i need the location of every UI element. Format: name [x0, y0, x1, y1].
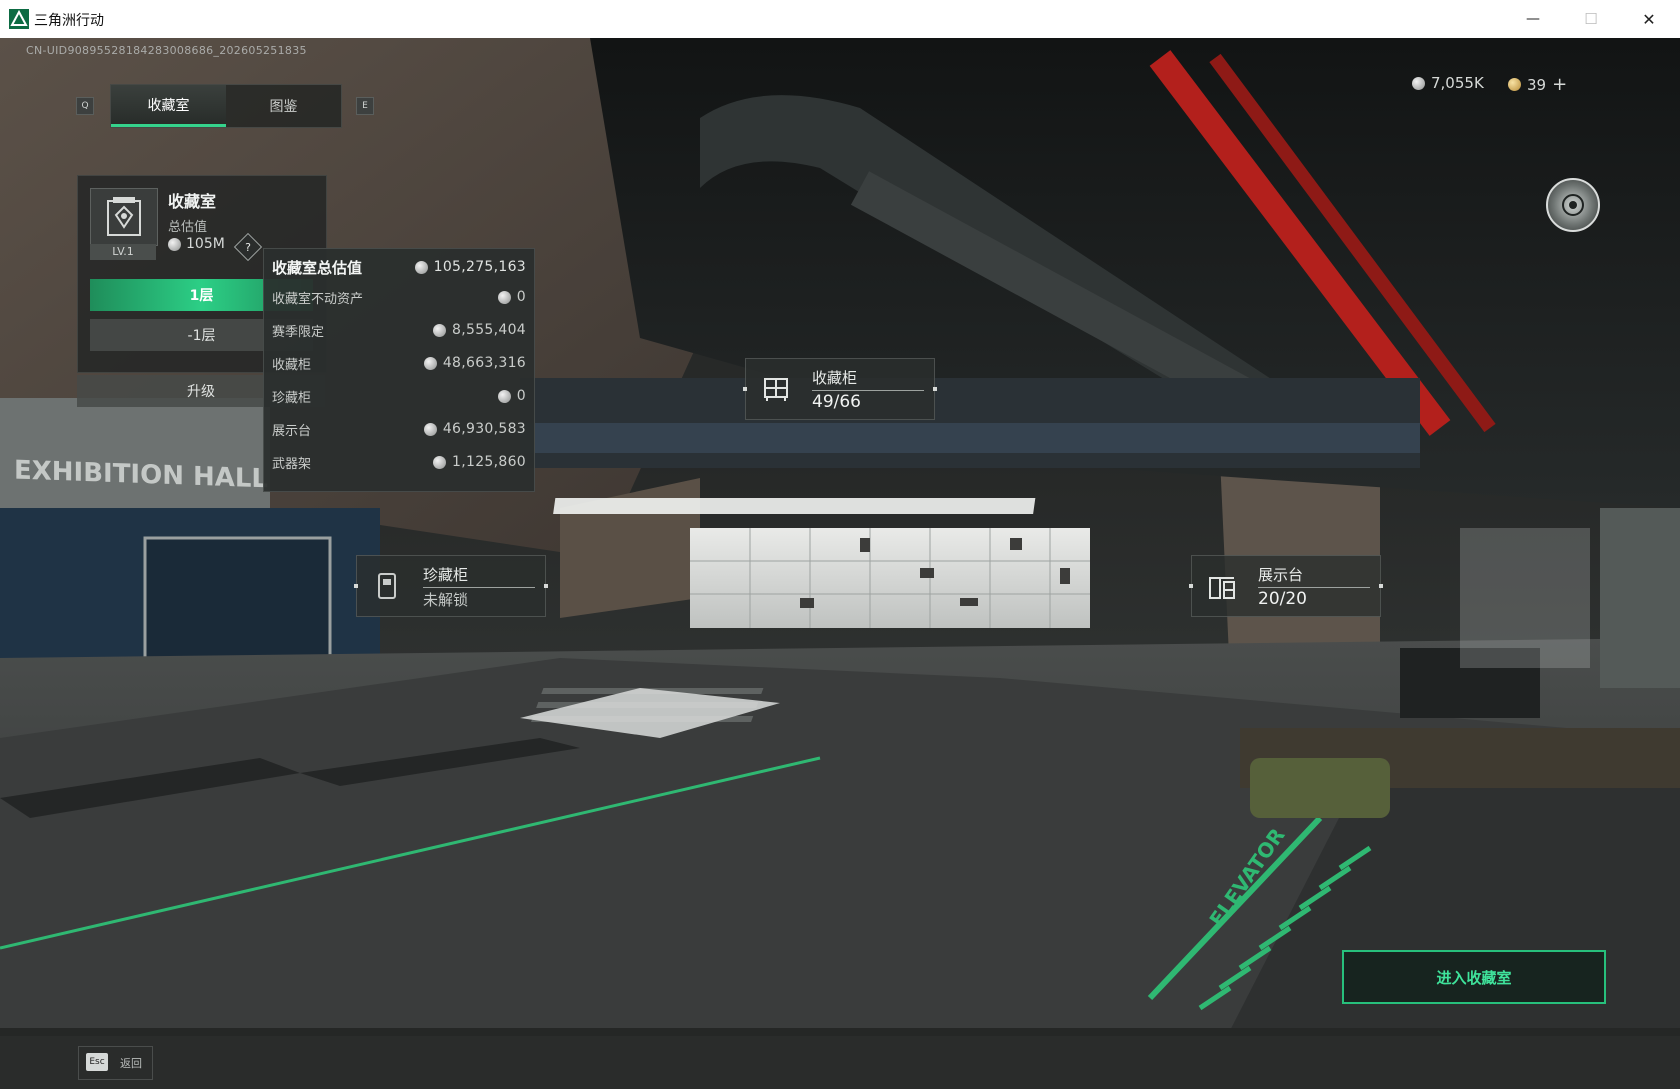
silver-coin-icon — [423, 356, 437, 370]
room-subtitle: 总估值 — [168, 220, 208, 235]
silver-currency: 7,055K — [1412, 74, 1484, 92]
breakdown-row-label: 展示台 — [272, 423, 312, 439]
silver-coin-icon — [423, 422, 437, 436]
hotspot-anchor-dot — [544, 584, 548, 588]
breakdown-header-row: 收藏室总估值 105,275,163 — [272, 253, 526, 281]
rare-cabinet-icon — [378, 573, 396, 599]
question-icon: ? — [245, 240, 251, 254]
camera-lens-icon — [1562, 194, 1584, 216]
silver-coin-icon — [433, 323, 447, 337]
hotspot-anchor-dot — [354, 584, 358, 588]
hotspot-anchor-dot — [1189, 584, 1193, 588]
breakdown-row: 珍藏柜 0 — [272, 382, 526, 410]
vault-emblem-icon — [107, 197, 141, 236]
breakdown-header-value: 105,275,163 — [433, 259, 526, 275]
hotspot-status: 未解锁 — [423, 591, 469, 609]
hotspot-count: 20/20 — [1258, 589, 1307, 609]
breakdown-row: 收藏柜 48,663,316 — [272, 349, 526, 377]
silver-coin-icon — [433, 455, 447, 469]
breakdown-row-label: 收藏柜 — [272, 357, 312, 373]
breakdown-row-value-group: 8,555,404 — [433, 322, 526, 338]
bottom-hint-bar — [0, 1036, 1680, 1089]
breakdown-row: 武器架 1,125,860 — [272, 448, 526, 476]
breakdown-row: 收藏室不动资产 0 — [272, 283, 526, 311]
hotspot-divider — [423, 587, 535, 588]
value-help-button[interactable]: ? — [233, 232, 263, 262]
silver-coin-icon — [497, 290, 511, 304]
silver-coin-icon — [1412, 76, 1425, 90]
hotspot-title: 收藏柜 — [812, 369, 858, 387]
tab-catalog[interactable]: 图鉴 — [226, 85, 341, 127]
room-total-value: 105M — [168, 236, 225, 252]
app-logo-icon — [9, 9, 29, 29]
breakdown-row-value: 0 — [516, 289, 526, 305]
breakdown-row-label: 收藏室不动资产 — [272, 291, 364, 307]
breakdown-row-label: 珍藏柜 — [272, 390, 312, 406]
maximize-button[interactable]: ☐ — [1562, 0, 1620, 38]
hotspot-anchor-dot — [743, 387, 747, 391]
display-stand-icon — [1209, 577, 1235, 599]
hotspot-display-stand[interactable]: 展示台 20/20 — [1189, 555, 1383, 617]
window-title: 三角洲行动 — [34, 13, 104, 29]
tab-collection-room[interactable]: 收藏室 — [111, 85, 226, 127]
breakdown-row-value-group: 48,663,316 — [423, 355, 526, 371]
room-title: 收藏室 — [168, 192, 217, 211]
silver-coin-icon — [414, 260, 428, 274]
breakdown-row-value-group: 0 — [497, 388, 526, 404]
next-tab-key-hint: E — [356, 97, 374, 115]
gold-currency: 39 + — [1508, 74, 1567, 95]
breakdown-row-value-group: 46,930,583 — [423, 421, 526, 437]
hotspot-divider — [1258, 587, 1370, 588]
hotspot-rare-cabinet[interactable]: 珍藏柜 未解锁 — [354, 555, 548, 617]
top-tab-bar: 收藏室 图鉴 — [110, 84, 342, 128]
breakdown-row: 赛季限定 8,555,404 — [272, 316, 526, 344]
breakdown-row-value: 8,555,404 — [452, 322, 526, 338]
breakdown-header-label: 收藏室总估值 — [272, 258, 363, 277]
close-button[interactable]: ✕ — [1620, 0, 1678, 38]
breakdown-row-label: 武器架 — [272, 456, 312, 472]
player-uid: CN-UID9089552818428300868​6_202605251835 — [26, 44, 307, 57]
breakdown-row-value-group: 1,125,860 — [433, 454, 526, 470]
prev-tab-key-hint: Q — [76, 97, 94, 115]
breakdown-row-value: 48,663,316 — [442, 355, 526, 371]
hotspot-count: 49/66 — [812, 392, 861, 412]
value-breakdown-tooltip: 收藏室总估值 105,275,163 收藏室不动资产 0 赛季限定 8,555,… — [263, 248, 535, 492]
hotspot-title: 珍藏柜 — [423, 566, 469, 584]
enter-collection-room-button[interactable]: 进入收藏室 — [1342, 950, 1606, 1004]
cabinet-icon — [764, 378, 788, 401]
breakdown-row-label: 赛季限定 — [272, 324, 325, 340]
add-currency-button[interactable]: + — [1552, 74, 1567, 95]
breakdown-row: 展示台 46,930,583 — [272, 415, 526, 443]
minimize-button[interactable]: — — [1504, 0, 1562, 38]
camera-view-button[interactable] — [1546, 178, 1600, 232]
window-titlebar: 三角洲行动 — ☐ ✕ — [0, 0, 1680, 39]
room-level-label: LV.1 — [90, 244, 156, 260]
breakdown-row-value: 46,930,583 — [442, 421, 526, 437]
silver-coin-icon — [497, 389, 511, 403]
breakdown-row-value-group: 0 — [497, 289, 526, 305]
breakdown-header-value-group: 105,275,163 — [414, 259, 526, 275]
gold-coin-icon — [1508, 78, 1521, 91]
minimize-icon: — — [1526, 11, 1540, 27]
maximize-icon: ☐ — [1584, 10, 1598, 28]
breakdown-row-value: 0 — [516, 388, 526, 404]
silver-amount: 7,055K — [1431, 74, 1484, 92]
hotspot-anchor-dot — [1379, 584, 1383, 588]
hotspot-collection-cabinet[interactable]: 收藏柜 49/66 — [743, 358, 937, 420]
gold-amount: 39 — [1527, 75, 1547, 94]
breakdown-row-value: 1,125,860 — [452, 454, 526, 470]
room-value-text: 105M — [186, 236, 225, 252]
collection-room-badge — [90, 188, 158, 246]
esc-key-icon: Esc — [86, 1053, 108, 1071]
hotspot-anchor-dot — [933, 387, 937, 391]
close-icon: ✕ — [1642, 9, 1656, 29]
back-label: 返回 — [120, 1057, 142, 1070]
hotspot-divider — [812, 390, 924, 391]
hotspot-title: 展示台 — [1258, 566, 1304, 584]
silver-coin-icon — [168, 237, 181, 251]
